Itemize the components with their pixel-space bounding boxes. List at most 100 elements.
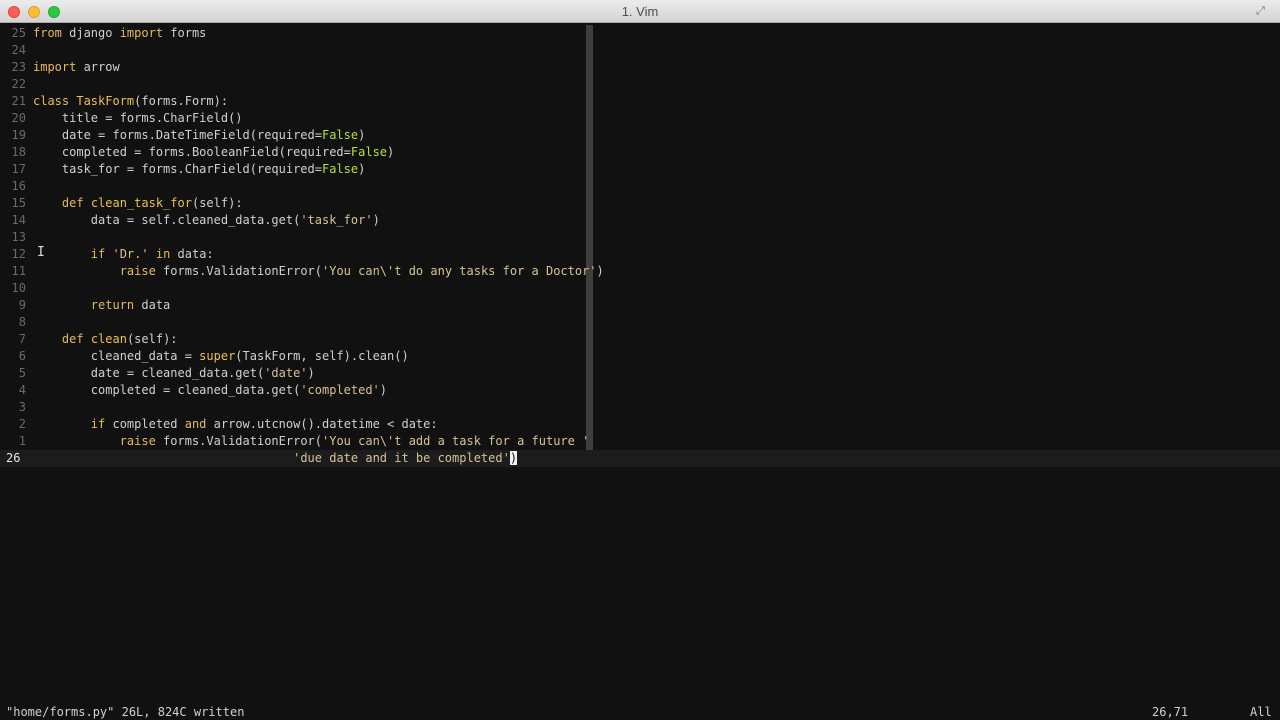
line-number: 23 (11, 60, 26, 74)
code-token: def (61, 332, 84, 346)
code-token: 'due date and it be completed' (293, 451, 510, 465)
line-number: 10 (11, 281, 26, 295)
code-line[interactable]: 1 raise forms.ValidationError('You can\'… (0, 433, 590, 450)
code-line[interactable]: 6 cleaned_data = super(TaskForm, self).c… (0, 348, 409, 365)
line-number: 19 (11, 128, 26, 142)
code-token: forms.ValidationError( (155, 264, 322, 278)
code-token: (self): (126, 332, 178, 346)
command-line[interactable]: "home/forms.py" 26L, 824C written 26,71 … (0, 705, 1280, 720)
line-number: 12 (11, 247, 26, 261)
code-token: ) (387, 145, 395, 159)
line-number: 13 (11, 230, 26, 244)
code-token: False (350, 145, 388, 159)
mouse-ibeam-icon: I (37, 245, 45, 260)
code-line[interactable]: 8 (0, 314, 33, 331)
code-token: ) (372, 213, 380, 227)
code-token: forms (163, 26, 207, 40)
code-line[interactable]: 24 (0, 42, 33, 59)
code-token: 'completed' (300, 383, 380, 397)
code-line[interactable]: 4 completed = cleaned_data.get('complete… (0, 382, 387, 399)
code-token: (forms.Form): (134, 94, 229, 108)
code-line[interactable]: 10 (0, 280, 33, 297)
line-number: 15 (11, 196, 26, 210)
line-number: 5 (18, 366, 26, 380)
code-editor[interactable]: 25 from django import forms 24 23 import arr… (0, 25, 1280, 705)
code-line[interactable]: 11 raise forms.ValidationError('You can\… (0, 263, 604, 280)
code-token: in (155, 247, 171, 261)
code-token: data (134, 298, 171, 312)
window-title: 1. Vim (621, 4, 659, 19)
code-line[interactable]: 18 completed = forms.BooleanField(requir… (0, 144, 395, 161)
code-line[interactable]: 7 def clean(self): (0, 331, 178, 348)
code-line[interactable]: 14 data = self.cleaned_data.get('task_fo… (0, 212, 380, 229)
code-token: ) (307, 366, 315, 380)
code-line[interactable]: 20 title = forms.CharField() (0, 110, 243, 127)
code-token: import (119, 26, 164, 40)
code-line[interactable]: 5 date = cleaned_data.get('date') (0, 365, 315, 382)
code-token: completed (105, 417, 185, 431)
code-token: (TaskForm, self).clean() (235, 349, 409, 363)
code-token: False (321, 128, 359, 142)
code-line[interactable]: 3 (0, 399, 33, 416)
code-line[interactable]: 22 (0, 76, 33, 93)
line-number: 21 (11, 94, 26, 108)
code-token: (self): (191, 196, 243, 210)
code-token: 'Dr.' (112, 247, 149, 261)
line-number: 16 (11, 179, 26, 193)
code-line[interactable]: 13 (0, 229, 33, 246)
line-number: 6 (18, 349, 26, 363)
code-token: from (33, 26, 62, 40)
code-token: arrow.utcnow().datetime < date: (206, 417, 438, 431)
code-token: def (61, 196, 84, 210)
line-number: 26 (6, 451, 21, 465)
line-number: 22 (11, 77, 26, 91)
code-line[interactable]: 12 if 'Dr.' in data: (0, 246, 214, 263)
code-token: forms.ValidationError( (155, 434, 322, 448)
code-token: ) (358, 128, 366, 142)
current-code-line[interactable]: 26 'due date and it be completed') (0, 450, 1280, 467)
code-token: title = forms.CharField() (33, 111, 243, 125)
fullscreen-icon[interactable]: ⤢ (1256, 5, 1268, 17)
code-line[interactable]: 21 class TaskForm(forms.Form): (0, 93, 229, 110)
code-token: 'You can\'t add a task for a future ' (322, 434, 590, 448)
code-line[interactable]: 17 task_for = forms.CharField(required=F… (0, 161, 366, 178)
line-number: 9 (18, 298, 26, 312)
line-number: 17 (11, 162, 26, 176)
line-number: 24 (11, 43, 26, 57)
code-line[interactable]: 2 if completed and arrow.utcnow().dateti… (0, 416, 438, 433)
code-line[interactable]: 19 date = forms.DateTimeField(required=F… (0, 127, 366, 144)
code-token: arrow (76, 60, 120, 74)
code-token: import (33, 60, 77, 74)
code-line[interactable]: 25 from django import forms (0, 25, 207, 42)
code-token: 'date' (264, 366, 308, 380)
title-bar: 1. Vim ⤢ (0, 0, 1280, 23)
scroll-indicator: All (1250, 705, 1272, 719)
status-message: "home/forms.py" 26L, 824C written (6, 705, 245, 719)
code-token: raise (119, 434, 156, 448)
code-line[interactable]: 9 return data (0, 297, 171, 314)
code-line[interactable]: 23 import arrow (0, 59, 120, 76)
code-token: completed = cleaned_data.get( (33, 383, 301, 397)
code-token: data: (170, 247, 214, 261)
code-token: clean (90, 332, 127, 346)
code-token: cleaned_data = (33, 349, 200, 363)
code-token: completed = forms.BooleanField(required= (33, 145, 351, 159)
line-number: 25 (11, 26, 26, 40)
line-number: 4 (18, 383, 26, 397)
code-line[interactable]: 15 def clean_task_for(self): (0, 195, 243, 212)
code-token: class (33, 94, 70, 108)
line-number: 20 (11, 111, 26, 125)
line-number: 2 (18, 417, 26, 431)
code-line[interactable]: 16 (0, 178, 33, 195)
code-token: django (61, 26, 120, 40)
line-number: 11 (11, 264, 26, 278)
code-token: if (90, 417, 106, 431)
